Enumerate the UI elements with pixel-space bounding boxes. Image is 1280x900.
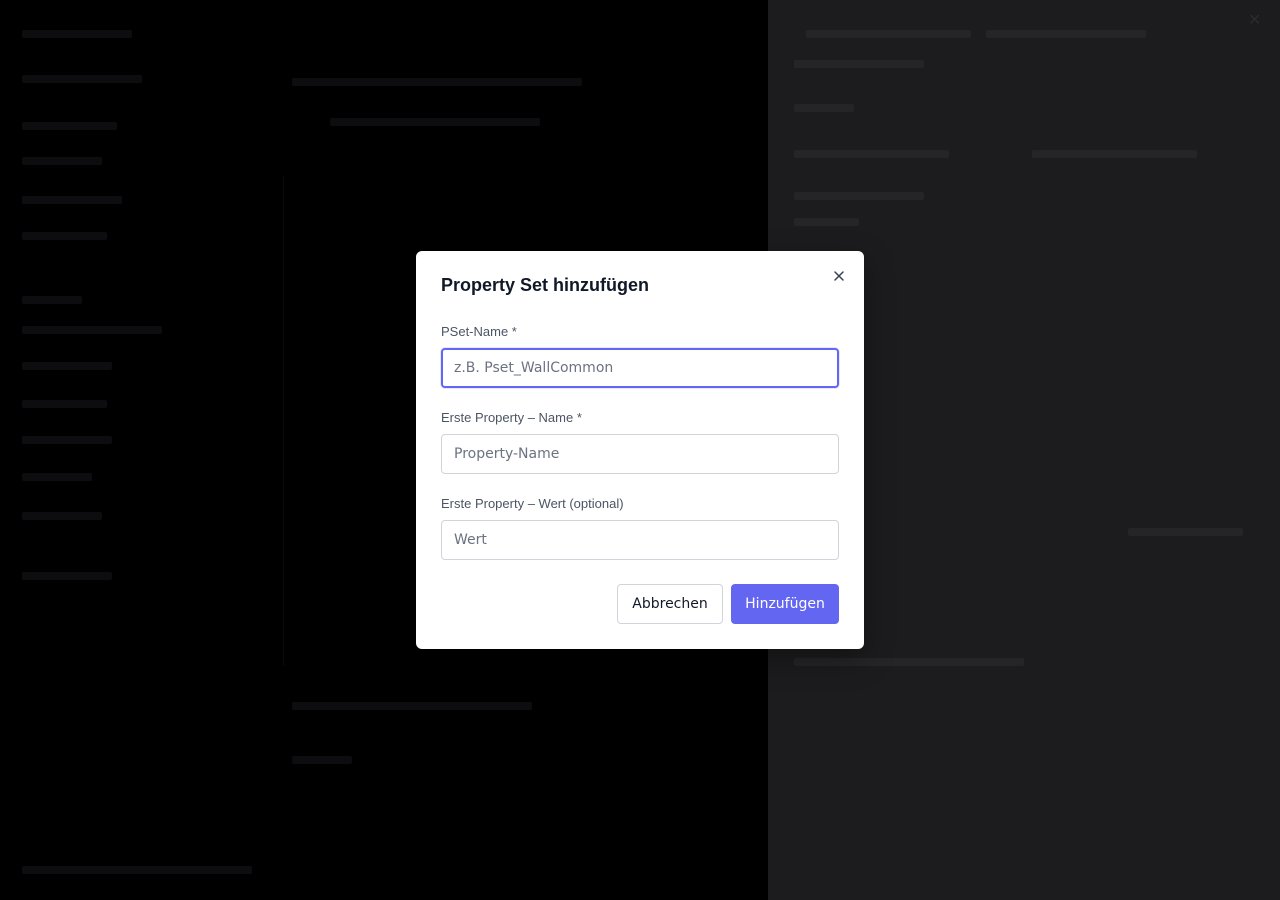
panel-placeholder [794,60,924,68]
sidebar-placeholder [22,362,112,370]
cancel-button[interactable]: Abbrechen [617,584,723,624]
sidebar-placeholder [22,30,132,38]
content-placeholder [292,702,532,710]
panel-placeholder [794,218,859,226]
sidebar-placeholder [22,400,107,408]
property-value-input[interactable] [441,520,839,560]
property-name-label: Erste Property – Name * [441,410,582,425]
pset-name-input[interactable] [441,348,839,388]
add-property-set-dialog: Property Set hinzufügen PSet-Name * Erst… [416,251,864,649]
sidebar-placeholder [22,122,117,130]
pset-name-label: PSet-Name * [441,324,517,339]
close-icon [831,268,847,284]
sidebar-placeholder [22,326,162,334]
panel-placeholder [794,192,924,200]
property-value-label: Erste Property – Wert (optional) [441,496,624,511]
content-placeholder [292,756,352,764]
panel-placeholder [1032,150,1197,158]
title-placeholder [330,118,540,126]
sidebar-placeholder [22,196,122,204]
sidebar-placeholder [22,473,92,481]
panel-placeholder [794,658,1024,666]
sidebar-placeholder [22,572,112,580]
sidebar-placeholder [22,75,142,83]
panel-placeholder [806,30,971,38]
add-button[interactable]: Hinzufügen [731,584,839,624]
close-button[interactable] [831,268,847,284]
sidebar-placeholder [22,512,102,520]
sidebar-placeholder [22,157,102,165]
breadcrumb-placeholder [292,78,582,86]
dialog-title: Property Set hinzufügen [441,275,650,295]
property-name-input[interactable] [441,434,839,474]
panel-placeholder [794,150,949,158]
sidebar-placeholder [22,232,107,240]
panel-placeholder [986,30,1146,38]
sidebar-placeholder [22,866,252,874]
sidebar-placeholder [22,436,112,444]
sidebar-placeholder [22,296,82,304]
panel-placeholder [794,104,854,112]
panel-close-icon: ✕ [1248,12,1262,29]
panel-placeholder [1128,528,1243,536]
